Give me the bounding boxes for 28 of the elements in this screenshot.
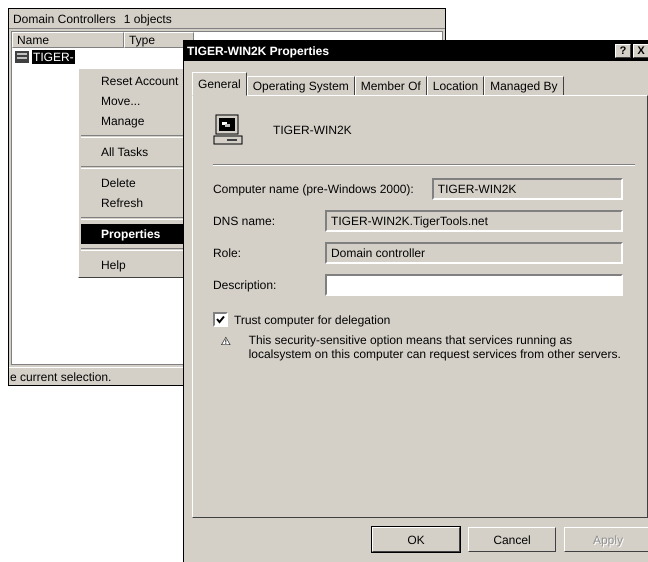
checkbox-label: Trust computer for delegation — [234, 312, 390, 326]
column-header[interactable]: Type — [124, 32, 194, 48]
tab[interactable]: Managed By — [484, 76, 564, 96]
computer-icon — [213, 114, 245, 146]
text-field[interactable]: TIGER-WIN2K — [432, 178, 623, 200]
field-label: Description: — [213, 278, 278, 292]
field-label: Computer name (pre-Windows 2000): — [213, 182, 414, 196]
text-field[interactable] — [325, 274, 623, 296]
tab[interactable]: Operating System — [246, 76, 355, 96]
close-button[interactable]: X — [633, 44, 648, 58]
warning-text: This security-sensitive option means that services running as localsystem on this computer can request services from other servers. — [248, 333, 622, 361]
pane-title: Domain Controllers — [13, 12, 116, 26]
tab[interactable]: Location — [426, 76, 484, 96]
checkbox[interactable] — [213, 312, 228, 327]
text-field[interactable]: TIGER-WIN2K.TigerTools.net — [325, 210, 623, 232]
text-field[interactable]: Domain controller — [325, 242, 623, 264]
object-name: TIGER-WIN2K — [273, 123, 352, 137]
help-button[interactable]: ? — [615, 44, 631, 58]
dialog-button[interactable]: Cancel — [468, 527, 556, 552]
tab[interactable]: Member Of — [354, 76, 427, 96]
dialog-button[interactable]: OK — [372, 527, 460, 552]
field-label: DNS name: — [213, 214, 276, 228]
list-item[interactable]: TIGER- — [32, 50, 75, 64]
column-header[interactable]: Name — [12, 32, 124, 48]
tab[interactable]: General — [192, 72, 247, 96]
object-count: 1 objects — [124, 12, 172, 26]
server-icon — [14, 50, 30, 64]
field-label: Role: — [213, 246, 242, 260]
